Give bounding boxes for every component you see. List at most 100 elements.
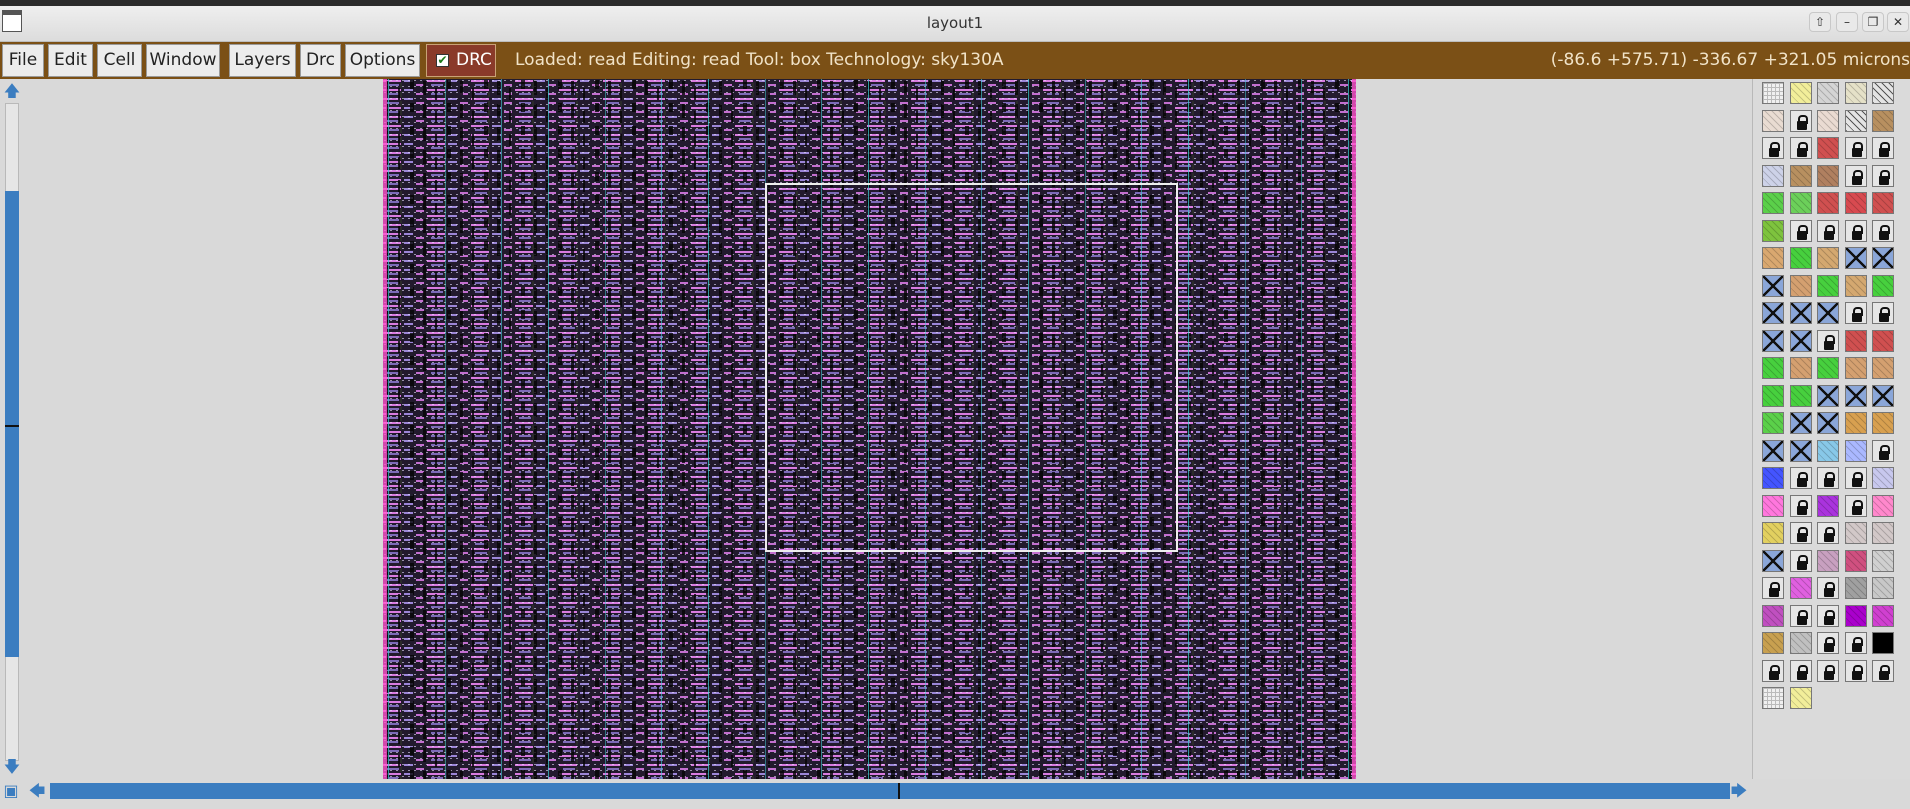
layer-swatch[interactable] — [1789, 384, 1812, 407]
layer-swatch-contact[interactable] — [1762, 439, 1784, 462]
layer-swatch[interactable] — [1872, 467, 1894, 489]
layer-swatch[interactable] — [1817, 274, 1839, 297]
layer-swatch[interactable] — [1817, 192, 1839, 214]
lock-icon[interactable] — [1817, 219, 1839, 242]
lock-icon[interactable] — [1789, 137, 1812, 159]
maximize-button[interactable]: ❐ — [1862, 12, 1884, 32]
lock-icon[interactable] — [1762, 577, 1784, 599]
lock-icon[interactable] — [1817, 659, 1839, 682]
lock-icon[interactable] — [1817, 577, 1839, 599]
layer-swatch-contact[interactable] — [1817, 302, 1839, 324]
layer-swatch[interactable] — [1762, 494, 1784, 517]
layer-swatch-contact[interactable] — [1817, 412, 1839, 434]
lock-icon[interactable] — [1872, 439, 1894, 462]
layer-swatch-contact[interactable] — [1762, 302, 1784, 324]
layer-swatch-contact[interactable] — [1872, 247, 1894, 269]
lock-icon[interactable] — [1872, 164, 1894, 187]
menu-cell[interactable]: Cell — [97, 44, 142, 77]
layer-swatch[interactable] — [1844, 577, 1867, 599]
lock-icon[interactable] — [1789, 467, 1812, 489]
lock-icon[interactable] — [1817, 467, 1839, 489]
vertical-scroll-thumb[interactable] — [5, 191, 19, 657]
layer-swatch[interactable] — [1762, 632, 1784, 654]
layer-swatch[interactable] — [1817, 439, 1839, 462]
layer-swatch[interactable] — [1789, 274, 1812, 297]
layer-swatch[interactable] — [1872, 357, 1894, 379]
lock-icon[interactable] — [1789, 109, 1812, 132]
menu-window[interactable]: Window — [146, 44, 220, 77]
layer-swatch[interactable] — [1762, 164, 1784, 187]
lock-icon[interactable] — [1789, 659, 1812, 682]
layer-swatch-contact[interactable] — [1844, 384, 1867, 407]
lock-icon[interactable] — [1844, 632, 1867, 654]
layer-swatch[interactable] — [1872, 274, 1894, 297]
layer-swatch[interactable] — [1762, 357, 1784, 379]
layer-swatch-contact[interactable] — [1762, 329, 1784, 352]
layer-swatch[interactable] — [1789, 577, 1812, 599]
layer-swatch[interactable] — [1872, 412, 1894, 434]
lock-icon[interactable] — [1817, 329, 1839, 352]
layer-swatch[interactable] — [1844, 412, 1867, 434]
horizontal-scrollbar[interactable]: ▣ 🡄 🡆 — [0, 779, 1910, 809]
lock-icon[interactable] — [1817, 522, 1839, 544]
layer-swatch[interactable] — [1789, 687, 1812, 709]
layer-swatch[interactable] — [1817, 549, 1839, 572]
layer-swatch-contact[interactable] — [1872, 384, 1894, 407]
lock-icon[interactable] — [1844, 302, 1867, 324]
layer-swatch[interactable] — [1762, 384, 1784, 407]
layer-swatch[interactable] — [1789, 357, 1812, 379]
layer-swatch[interactable] — [1844, 439, 1867, 462]
lock-icon[interactable] — [1789, 219, 1812, 242]
layer-swatch[interactable] — [1817, 247, 1839, 269]
layer-swatch[interactable] — [1872, 604, 1894, 627]
lock-icon[interactable] — [1844, 467, 1867, 489]
lock-icon[interactable] — [1789, 604, 1812, 627]
selection-box[interactable] — [765, 183, 1178, 552]
lock-icon[interactable] — [1872, 137, 1894, 159]
layer-swatch-hatched[interactable] — [1872, 82, 1894, 104]
lock-icon[interactable] — [1844, 137, 1867, 159]
layer-swatch[interactable] — [1789, 192, 1812, 214]
layer-swatch[interactable] — [1872, 549, 1894, 572]
minimize-button[interactable]: – — [1836, 12, 1858, 32]
layer-swatch[interactable] — [1872, 329, 1894, 352]
menu-options[interactable]: Options — [345, 44, 420, 77]
layer-swatch[interactable] — [1762, 219, 1784, 242]
close-button[interactable]: ✕ — [1887, 12, 1909, 32]
layer-swatch[interactable] — [1762, 192, 1784, 214]
layer-swatch[interactable] — [1872, 192, 1894, 214]
lock-icon[interactable] — [1762, 137, 1784, 159]
arrow-down-icon[interactable]: 🡇 — [2, 757, 22, 777]
layer-swatch[interactable] — [1762, 522, 1784, 544]
layer-swatch-contact[interactable] — [1762, 274, 1784, 297]
layer-swatch[interactable] — [1872, 632, 1894, 654]
layer-swatch-contact[interactable] — [1789, 412, 1812, 434]
lock-icon[interactable] — [1762, 659, 1784, 682]
layer-swatch-grid[interactable] — [1762, 82, 1784, 104]
horizontal-scroll-thumb[interactable] — [50, 783, 1730, 799]
lock-icon[interactable] — [1789, 494, 1812, 517]
layer-swatch[interactable] — [1872, 494, 1894, 517]
lock-icon[interactable] — [1844, 164, 1867, 187]
layer-swatch-contact[interactable] — [1789, 302, 1812, 324]
layer-swatch-contact[interactable] — [1789, 439, 1812, 462]
menu-file[interactable]: File — [2, 44, 44, 77]
layer-swatch-contact[interactable] — [1817, 384, 1839, 407]
layer-swatch[interactable] — [1789, 164, 1812, 187]
menu-drc[interactable]: Drc — [300, 44, 341, 77]
layer-swatch[interactable] — [1844, 549, 1867, 572]
arrow-right-icon[interactable]: 🡆 — [1729, 781, 1749, 801]
lock-icon[interactable] — [1789, 549, 1812, 572]
layer-swatch[interactable] — [1789, 247, 1812, 269]
menu-layers[interactable]: Layers — [229, 44, 296, 77]
vertical-scrollbar[interactable]: 🡅 🡇 — [0, 79, 24, 779]
layer-swatch[interactable] — [1817, 82, 1839, 104]
lock-icon[interactable] — [1844, 494, 1867, 517]
layer-swatch[interactable] — [1872, 109, 1894, 132]
layer-swatch[interactable] — [1817, 137, 1839, 159]
layer-swatch-contact[interactable] — [1844, 247, 1867, 269]
layer-swatch[interactable] — [1762, 109, 1784, 132]
lock-icon[interactable] — [1789, 522, 1812, 544]
layer-swatch[interactable] — [1872, 522, 1894, 544]
layer-swatch-contact[interactable] — [1762, 549, 1784, 572]
